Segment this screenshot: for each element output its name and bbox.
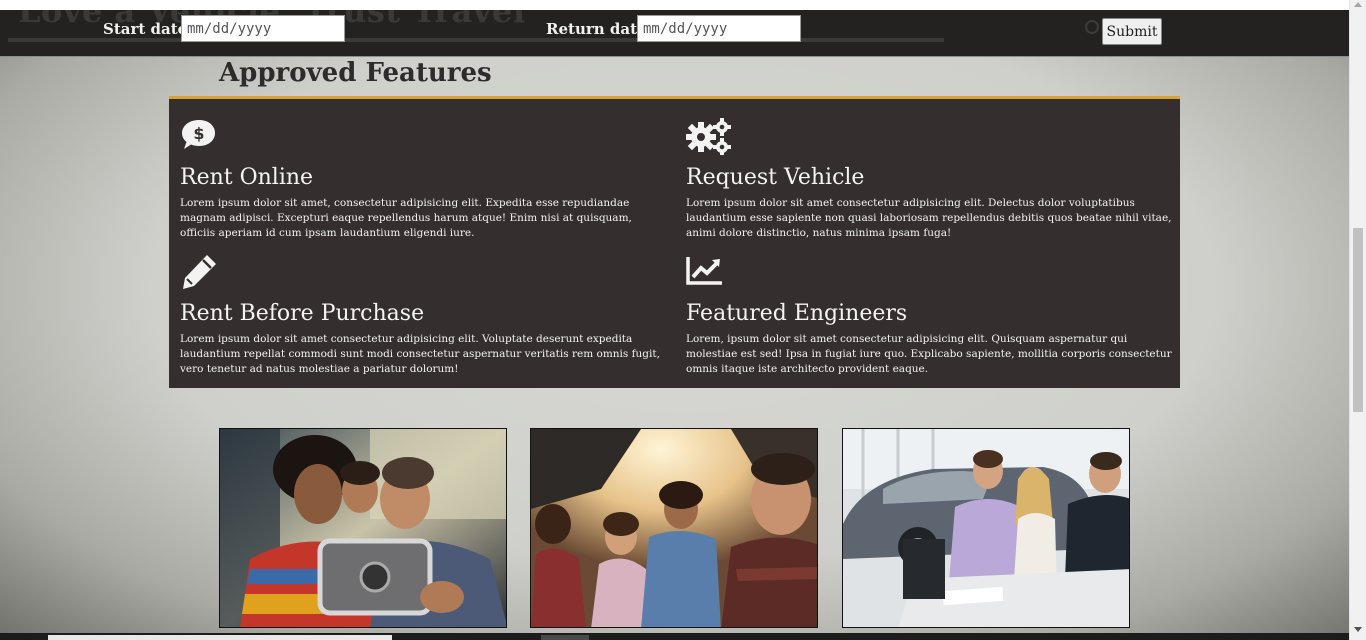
bottom-bar — [0, 633, 1349, 640]
feature-text: Lorem, ipsum dolor sit amet consectetur … — [686, 333, 1172, 375]
section-title: Approved Features — [219, 58, 492, 88]
feature-title: Request Vehicle — [686, 165, 865, 190]
feature-title: Rent Online — [180, 165, 314, 190]
gears-icon — [686, 117, 1176, 157]
submit-button[interactable]: Submit — [1102, 18, 1162, 45]
photo-family-in-car — [530, 428, 818, 628]
feature-rent-online: $ Rent Online Lorem ipsum dolor sit amet… — [180, 117, 670, 241]
vertical-scrollbar[interactable] — [1349, 0, 1366, 640]
scroll-thumb[interactable] — [1353, 228, 1363, 412]
feature-featured-engineers: Featured Engineers Lorem, ipsum dolor si… — [686, 253, 1176, 377]
line-chart-icon — [686, 253, 1176, 293]
scroll-up-arrow-icon[interactable] — [1354, 2, 1362, 7]
feature-text: Lorem ipsum dolor sit amet consectetur a… — [180, 333, 660, 375]
return-date-input[interactable] — [637, 15, 801, 42]
bottom-bar-segment — [48, 635, 392, 640]
start-date-input[interactable] — [181, 15, 345, 42]
dollar-speech-bubble-icon: $ — [180, 117, 670, 157]
booking-bar: Love a Vehicle, Trust Travel Start date:… — [0, 10, 1349, 57]
top-strip — [0, 0, 1349, 10]
svg-text:$: $ — [193, 124, 204, 143]
photo-friends-selfie-in-car — [219, 428, 507, 628]
feature-rent-before-purchase: Rent Before Purchase Lorem ipsum dolor s… — [180, 253, 670, 377]
feature-title: Rent Before Purchase — [180, 301, 425, 326]
photo-car-dealership — [842, 428, 1130, 628]
features-panel: $ Rent Online Lorem ipsum dolor sit amet… — [169, 96, 1180, 388]
search-icon — [1085, 20, 1099, 34]
feature-title: Featured Engineers — [686, 301, 908, 326]
scroll-down-arrow-icon[interactable] — [1354, 627, 1362, 632]
feature-request-vehicle: Request Vehicle Lorem ipsum dolor sit am… — [686, 117, 1176, 241]
start-date-label: Start date: — [103, 20, 193, 38]
background-divider — [8, 38, 944, 42]
feature-text: Lorem ipsum dolor sit amet, consectetur … — [180, 197, 632, 239]
pencil-icon — [180, 253, 670, 293]
bottom-bar-segment — [541, 635, 589, 640]
feature-text: Lorem ipsum dolor sit amet consectetur a… — [686, 197, 1172, 239]
